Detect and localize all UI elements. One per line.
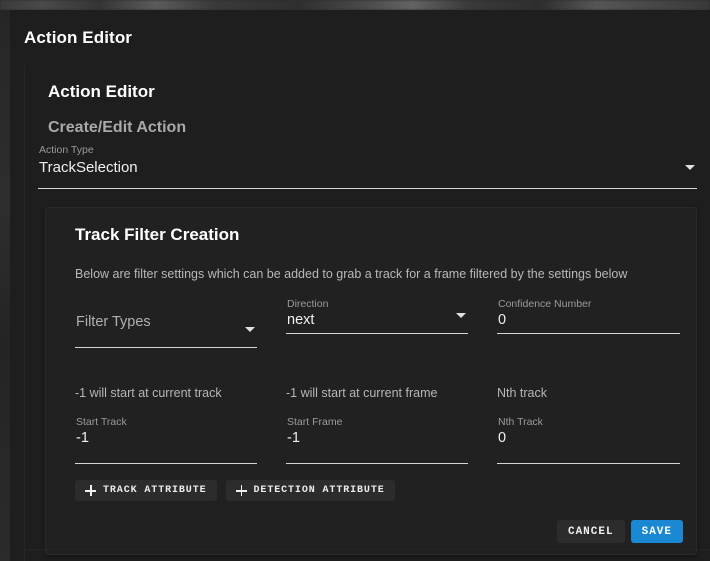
- plus-icon: [235, 485, 247, 496]
- card-heading: Track Filter Creation: [75, 225, 240, 244]
- dialog-bottom-divider: [25, 549, 710, 550]
- field-hints-row: -1 will start at current track -1 will s…: [46, 386, 696, 404]
- start-track-label: Start Track: [76, 416, 127, 428]
- nth-track-underline: [497, 463, 680, 464]
- chevron-down-icon: [685, 165, 695, 170]
- direction-underline: [286, 333, 468, 334]
- card-footer: CANCEL SAVE: [556, 520, 683, 543]
- direction-label: Direction: [287, 298, 329, 310]
- add-detection-attribute-button[interactable]: DETECTION ATTRIBUTE: [225, 480, 395, 501]
- start-track-underline: [75, 463, 257, 464]
- start-frame-value: -1: [287, 430, 300, 446]
- backdrop-top-strip: [0, 0, 710, 10]
- add-detection-attribute-label: DETECTION ATTRIBUTE: [253, 485, 385, 496]
- confidence-number-underline: [497, 333, 680, 334]
- action-type-label: Action Type: [39, 144, 94, 156]
- filter-types-underline: [75, 347, 257, 348]
- nth-track-label: Nth Track: [498, 416, 543, 428]
- confidence-number-input[interactable]: Confidence Number 0: [497, 298, 680, 348]
- start-track-value: -1: [76, 430, 89, 446]
- start-frame-label: Start Frame: [287, 416, 343, 428]
- start-frame-underline: [286, 463, 468, 464]
- chevron-down-icon: [456, 313, 466, 318]
- nth-track-hint: Nth track: [497, 386, 548, 400]
- nth-track-value: 0: [498, 430, 507, 446]
- cancel-button[interactable]: CANCEL: [556, 520, 625, 543]
- filter-types-value: Filter Types: [76, 314, 151, 330]
- filter-values-row: Start Track -1 Start Frame -1 Nth Track …: [46, 416, 696, 466]
- chevron-down-icon: [245, 327, 255, 332]
- start-track-input[interactable]: Start Track -1: [75, 416, 257, 466]
- plus-icon: [85, 485, 96, 496]
- action-type-underline: [38, 188, 697, 189]
- action-editor-panel: Action Editor Create/Edit Action Action …: [24, 65, 710, 561]
- direction-value: next: [287, 312, 315, 328]
- action-type-value: TrackSelection: [39, 159, 138, 176]
- dialog-title: Action Editor: [24, 28, 133, 47]
- confidence-number-value: 0: [498, 312, 507, 328]
- confidence-number-label: Confidence Number: [498, 298, 592, 310]
- attribute-buttons-group: TRACK ATTRIBUTE DETECTION ATTRIBUTE: [75, 480, 395, 501]
- filter-types-select[interactable]: Filter Types: [75, 298, 257, 348]
- filter-settings-row: Filter Types Direction next Confidence N…: [46, 298, 696, 356]
- direction-select[interactable]: Direction next: [286, 298, 468, 348]
- add-track-attribute-label: TRACK ATTRIBUTE: [103, 485, 207, 496]
- nth-track-input[interactable]: Nth Track 0: [497, 416, 680, 466]
- start-frame-hint: -1 will start at current frame: [286, 386, 438, 400]
- action-editor-dialog: Action Editor Action Editor Create/Edit …: [10, 10, 710, 561]
- action-type-select[interactable]: Action Type TrackSelection: [38, 144, 697, 189]
- track-filter-card: Track Filter Creation Below are filter s…: [45, 207, 697, 555]
- start-track-hint: -1 will start at current track: [75, 386, 222, 400]
- panel-title: Action Editor: [48, 82, 155, 101]
- backdrop-left-strip: [0, 10, 10, 561]
- start-frame-input[interactable]: Start Frame -1: [286, 416, 468, 466]
- save-button[interactable]: SAVE: [630, 520, 683, 543]
- section-subtitle: Create/Edit Action: [48, 119, 187, 136]
- card-description: Below are filter settings which can be a…: [75, 267, 628, 281]
- add-track-attribute-button[interactable]: TRACK ATTRIBUTE: [75, 480, 217, 501]
